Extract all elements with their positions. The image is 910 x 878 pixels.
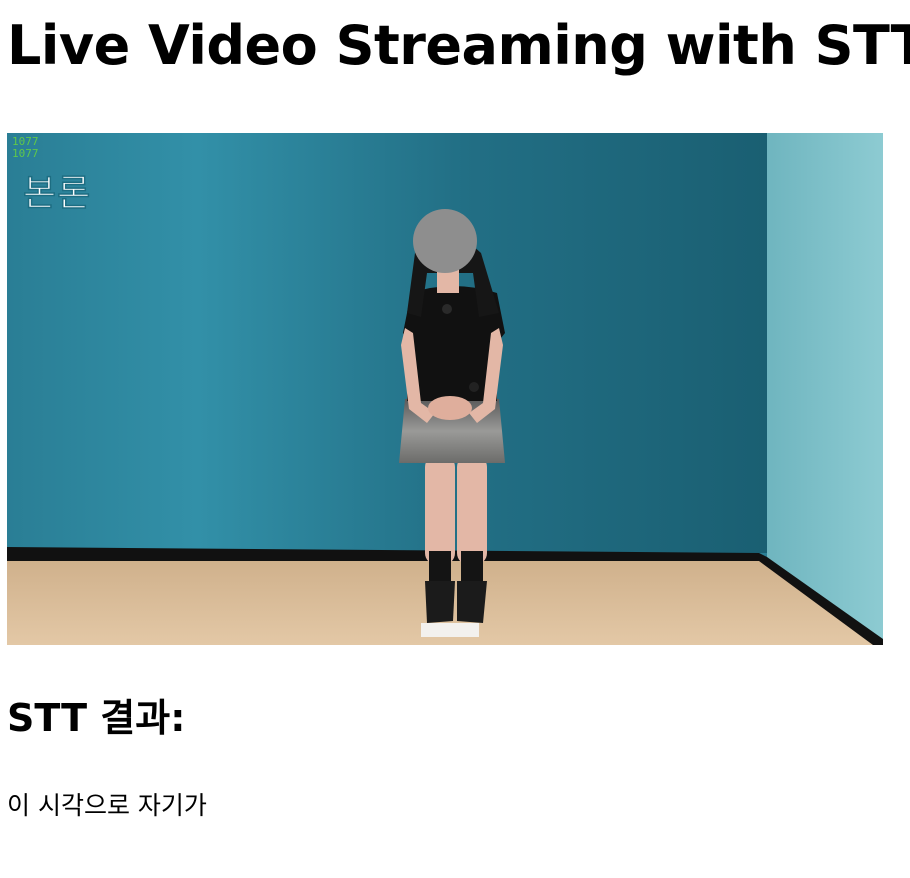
phase-label: 본론 — [22, 172, 92, 215]
frame-counter: 1077 1077 — [12, 136, 39, 160]
stt-heading: STT 결과: — [7, 696, 186, 740]
page-title: Live Video Streaming with STT — [7, 14, 910, 77]
video-stream: 1077 1077 본론 — [7, 133, 883, 645]
video-frame-image — [7, 133, 883, 645]
stt-result-text: 이 시각으로 자기가 — [7, 791, 207, 820]
page: Live Video Streaming with STT 1077 1077 … — [0, 0, 910, 878]
frame-counter-line: 1077 — [12, 147, 39, 160]
